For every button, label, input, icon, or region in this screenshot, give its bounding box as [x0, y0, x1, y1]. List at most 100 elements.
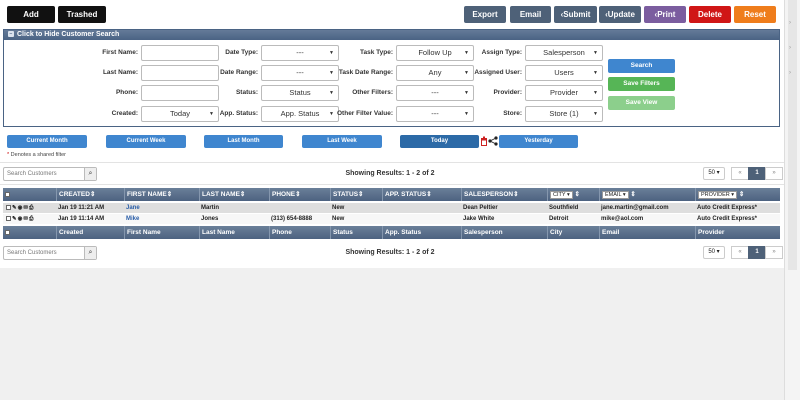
col-salesperson-label: SALESPERSON	[464, 191, 514, 198]
search-customers-input-bottom[interactable]: Search Customers ⌕	[3, 246, 97, 260]
cell-first-name-link[interactable]: Jane	[124, 203, 140, 213]
save-filters-button[interactable]: Save Filters	[608, 77, 675, 91]
cell-city: Detroit	[549, 216, 569, 222]
trash-icon[interactable]	[480, 136, 488, 146]
chevron-down-icon: ▼	[464, 90, 469, 96]
col-created[interactable]: CREATED⇕	[56, 188, 124, 201]
mail-icon[interactable]: ✉	[23, 203, 28, 213]
print-button[interactable]: ‹Print	[644, 6, 686, 23]
chevron-down-icon: ▼	[593, 70, 598, 76]
filter-current-month[interactable]: Current Month	[7, 135, 87, 148]
filter-last-month[interactable]: Last Month	[204, 135, 283, 148]
shared-filter-note-text: Denotes a shared filter	[10, 152, 67, 158]
filter-yesterday[interactable]: Yesterday	[499, 135, 578, 148]
col-status[interactable]: STATUS⇕	[330, 188, 382, 201]
select-all-checkbox[interactable]	[5, 192, 10, 197]
email-filter-label: EMAIL	[605, 192, 622, 198]
assigned-user-value: Users	[554, 68, 574, 77]
cell-first-name-link[interactable]: Mike	[124, 214, 139, 224]
filter-current-week[interactable]: Current Week	[106, 135, 186, 148]
prev-page-button[interactable]: «	[731, 167, 749, 180]
mail-icon[interactable]: ✉	[23, 214, 28, 224]
city-filter-dropdown[interactable]: CITY ▾	[550, 191, 573, 199]
panel-header[interactable]: − Click to Hide Customer Search	[4, 30, 779, 40]
share-icon[interactable]	[488, 136, 498, 146]
next-page-button[interactable]: »	[765, 167, 783, 180]
add-button[interactable]: Add	[7, 6, 55, 23]
chevron-right-icon[interactable]: ›	[789, 70, 791, 76]
submit-button[interactable]: ‹Submit	[554, 6, 597, 23]
print-icon[interactable]: ⎙	[29, 214, 33, 224]
collapse-icon[interactable]: −	[8, 31, 14, 37]
per-page-select[interactable]: 50 ▾	[703, 167, 725, 180]
col-salesperson[interactable]: SALESPERSON⇕	[461, 188, 547, 201]
print-icon[interactable]: ⎙	[29, 203, 33, 213]
per-page-value: 50	[708, 249, 715, 255]
filter-today[interactable]: Today	[400, 135, 479, 148]
page-1-button[interactable]: 1	[748, 246, 766, 259]
edit-icon[interactable]: ✎	[12, 214, 17, 224]
sort-icon: ⇕	[239, 191, 246, 198]
row-checkbox[interactable]	[6, 205, 11, 210]
email-filter-dropdown[interactable]: EMAIL ▾	[602, 191, 629, 199]
trashed-button[interactable]: Trashed	[58, 6, 106, 23]
col-city[interactable]: CITY ▾ ⇕	[547, 188, 599, 201]
export-button[interactable]: Export	[464, 6, 506, 23]
search-icon[interactable]: ⌕	[84, 168, 96, 180]
other-filters-label: Other Filters:	[352, 89, 393, 96]
task-date-range-select[interactable]: Any ▼	[396, 65, 474, 81]
cell-status: New	[332, 205, 345, 211]
other-filters-select[interactable]: --- ▼	[396, 85, 474, 101]
provider-filter-dropdown[interactable]: PROVIDER ▾	[698, 191, 738, 199]
provider-select[interactable]: Provider ▼	[525, 85, 603, 101]
cell-phone	[269, 203, 271, 213]
store-select[interactable]: Store (1) ▼	[525, 106, 603, 122]
chevron-right-icon[interactable]: ›	[789, 45, 791, 51]
cell-app-status	[382, 214, 384, 224]
next-page-button[interactable]: »	[765, 246, 783, 259]
scrollbar-thumb[interactable]	[788, 0, 797, 270]
cell-salesperson: Dean Peltier	[463, 205, 498, 211]
page-1-button[interactable]: 1	[748, 167, 766, 180]
col-first-name[interactable]: FIRST NAME⇕	[124, 188, 199, 201]
search-button[interactable]: Search	[608, 59, 675, 73]
email-button[interactable]: Email	[510, 6, 551, 23]
col-last-name[interactable]: LAST NAME⇕	[199, 188, 269, 201]
app-status-label: App. Status:	[219, 110, 258, 117]
reset-button[interactable]: Reset	[734, 6, 776, 23]
assign-type-select[interactable]: Salesperson ▼	[525, 45, 603, 61]
update-button[interactable]: ‹Update	[599, 6, 641, 23]
col-email[interactable]: EMAIL ▾ ⇕	[599, 188, 695, 201]
cell-created: Jan 19 11:14 AM	[58, 216, 105, 222]
col-phone[interactable]: PHONE⇕	[269, 188, 330, 201]
search-customers-input-top[interactable]: Search Customers ⌕	[3, 167, 97, 181]
save-view-button[interactable]: Save View	[608, 96, 675, 110]
store-value: Store (1)	[549, 109, 579, 118]
col-provider[interactable]: PROVIDER ▾ ⇕	[695, 188, 780, 201]
view-icon[interactable]: ◉	[18, 214, 23, 224]
select-all-checkbox[interactable]	[5, 230, 10, 235]
view-icon[interactable]: ◉	[18, 203, 23, 213]
per-page-select[interactable]: 50 ▾	[703, 246, 725, 259]
cell-status: New	[332, 216, 345, 222]
search-placeholder: Search Customers	[7, 171, 57, 177]
search-icon[interactable]: ⌕	[84, 247, 96, 259]
chevron-right-icon[interactable]: ›	[789, 20, 791, 26]
col-app-status[interactable]: APP. STATUS⇕	[382, 188, 461, 201]
table-row[interactable]: ✎◉✉⎙ Jan 19 11:21 AM Jane Martin New Dea…	[3, 203, 780, 213]
assigned-user-select[interactable]: Users ▼	[525, 65, 603, 81]
task-type-select[interactable]: Follow Up ▼	[396, 45, 474, 61]
scrollbar[interactable]: › › ›	[784, 0, 800, 400]
foot-status: Status	[330, 226, 382, 239]
edit-icon[interactable]: ✎	[12, 203, 17, 213]
city-filter-label: CITY	[553, 192, 566, 198]
table-row[interactable]: ✎◉✉⎙ Jan 19 11:14 AM Mike Jones (313) 65…	[3, 214, 780, 224]
other-filters-value: ---	[431, 88, 439, 97]
other-filter-value-select[interactable]: --- ▼	[396, 106, 474, 122]
delete-button[interactable]: Delete	[689, 6, 731, 23]
filter-last-week[interactable]: Last Week	[302, 135, 382, 148]
row-checkbox[interactable]	[6, 216, 11, 221]
chevron-down-icon: ▼	[593, 111, 598, 117]
store-label: Store:	[503, 110, 522, 117]
prev-page-button[interactable]: «	[731, 246, 749, 259]
